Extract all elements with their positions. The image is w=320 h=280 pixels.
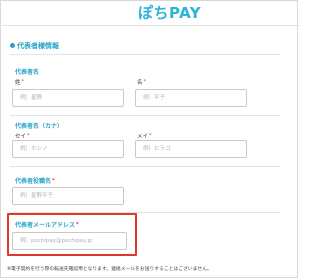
group-label-title: 代表者役職名*: [15, 178, 55, 185]
logo: ぽちPAY: [138, 4, 202, 22]
group-label-email: 代表者メールアドレス*: [15, 222, 79, 229]
section-title: 代表者様情報: [10, 41, 59, 51]
section-divider: [10, 54, 280, 55]
first-name-kana-input[interactable]: [135, 140, 247, 158]
required-mark: *: [149, 133, 152, 139]
divider: [10, 115, 280, 116]
bullet-icon: [10, 43, 15, 48]
field-label-last-name: 姓*: [15, 79, 25, 86]
section-title-text: 代表者様情報: [17, 42, 59, 50]
last-name-kana-input[interactable]: [12, 140, 124, 158]
required-mark: *: [21, 79, 25, 85]
group-label-name: 代表者名: [15, 69, 40, 76]
field-label-first-kana: メイ*: [137, 133, 152, 140]
required-mark: *: [52, 178, 55, 184]
required-mark: *: [143, 79, 147, 85]
group-label-kana: 代表者名（カナ）: [15, 123, 64, 130]
footnote: ※電子契約を行う際の転送先確認用となります。連絡メールをお送りすることはございま…: [7, 267, 212, 272]
required-mark: *: [27, 133, 30, 139]
representative-title-input[interactable]: [12, 187, 124, 205]
first-name-input[interactable]: [135, 89, 247, 107]
field-label-first-name: 名*: [137, 79, 147, 86]
header: ぽちPAY: [0, 0, 300, 26]
last-name-input[interactable]: [12, 89, 124, 107]
divider: [10, 166, 280, 167]
required-mark: *: [76, 222, 79, 228]
email-input[interactable]: [12, 232, 127, 250]
field-label-last-kana: セイ*: [15, 133, 30, 140]
